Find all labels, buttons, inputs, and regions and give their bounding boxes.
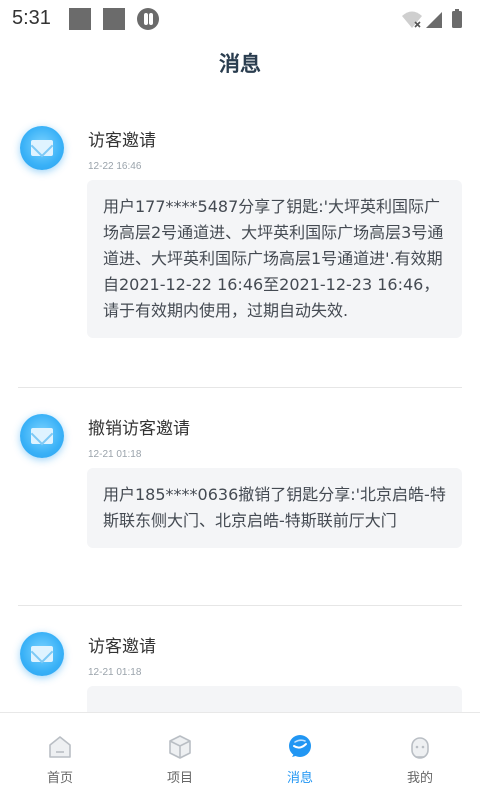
mail-icon: [20, 414, 64, 458]
tab-messages[interactable]: 消息: [240, 713, 360, 800]
tab-home[interactable]: 首页: [0, 713, 120, 800]
notification-square-icon: [103, 8, 125, 30]
app-notification-icon: [137, 8, 159, 30]
message-body: 用户185****0636撤销了钥匙分享:'北京启皓-特斯联东侧大门、北京启皓-…: [87, 468, 462, 548]
message-item[interactable]: 访客邀请 12-21 01:18: [18, 606, 462, 712]
message-list[interactable]: 访客邀请 12-22 16:46 用户177****5487分享了钥匙:'大坪英…: [0, 100, 480, 712]
status-time: 5:31: [12, 7, 51, 29]
message-item[interactable]: 访客邀请 12-22 16:46 用户177****5487分享了钥匙:'大坪英…: [18, 100, 462, 388]
mail-icon: [20, 126, 64, 170]
system-status-icons: [402, 9, 462, 28]
home-icon: [49, 736, 71, 758]
screen: 5:31 消息 访客邀请 12-22 16:46 用户177****5487分享…: [0, 0, 480, 800]
tab-label: 首页: [46, 771, 73, 786]
tab-label: 项目: [166, 771, 193, 786]
signal-icon: [426, 12, 442, 28]
battery-icon: [452, 11, 462, 28]
message-icon: [289, 735, 311, 757]
message-body: 用户177****5487分享了钥匙:'大坪英利国际广场高层2号通道进、大坪英利…: [87, 180, 462, 338]
notification-square-icon: [69, 8, 91, 30]
message-title: 访客邀请: [88, 131, 156, 151]
mail-icon: [20, 632, 64, 676]
status-bar: 5:31: [0, 0, 480, 36]
cube-icon: [169, 735, 191, 759]
wifi-off-mark-icon: [414, 21, 421, 28]
tab-label: 消息: [286, 771, 313, 786]
message-time: 12-21 01:18: [88, 667, 142, 678]
tab-profile[interactable]: 我的: [360, 713, 480, 800]
message-title: 撤销访客邀请: [88, 419, 190, 439]
message-time: 12-21 01:18: [88, 449, 142, 460]
message-time: 12-22 16:46: [88, 161, 142, 172]
tab-label: 我的: [406, 771, 433, 786]
message-body: [87, 686, 462, 712]
profile-icon: [411, 737, 429, 759]
page-title: 消息: [219, 52, 261, 76]
message-title: 访客邀请: [88, 637, 156, 657]
bottom-tab-bar: 首页 项目 消息 我的: [0, 712, 480, 800]
tab-projects[interactable]: 项目: [120, 713, 240, 800]
message-item[interactable]: 撤销访客邀请 12-21 01:18 用户185****0636撤销了钥匙分享:…: [18, 388, 462, 606]
